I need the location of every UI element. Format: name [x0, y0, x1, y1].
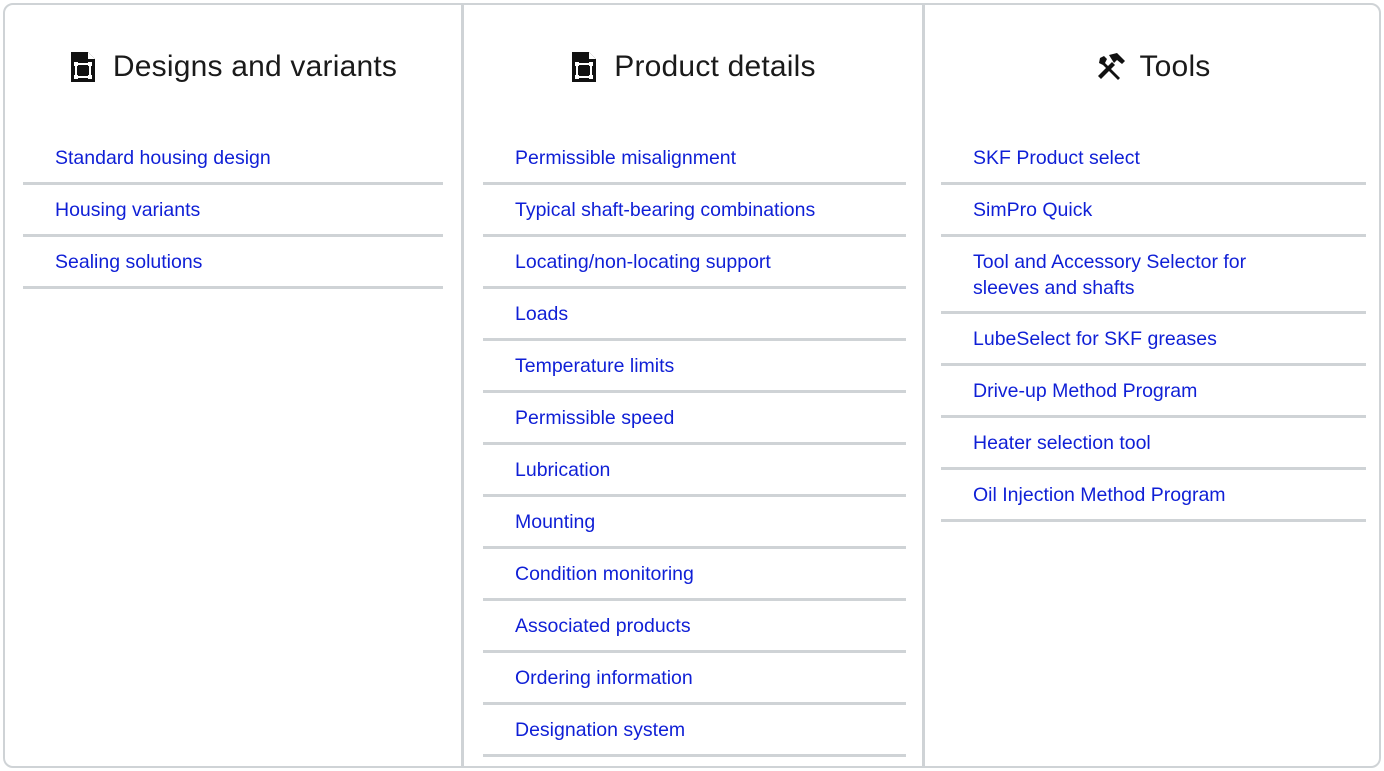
link-skf-product-select[interactable]: SKF Product select — [973, 145, 1366, 171]
list-item: Associated products — [483, 601, 906, 653]
link-housing-variants[interactable]: Housing variants — [55, 197, 443, 223]
list-item: Permissible misalignment — [483, 133, 906, 185]
link-sealing-solutions[interactable]: Sealing solutions — [55, 249, 443, 275]
list-item: Lubrication — [483, 445, 906, 497]
link-drive-up-method-program[interactable]: Drive-up Method Program — [973, 378, 1366, 404]
list-item: LubeSelect for SKF greases — [941, 314, 1366, 366]
document-icon — [69, 52, 97, 82]
list-item: Sealing solutions — [23, 237, 443, 289]
column-title: Tools — [1139, 50, 1211, 83]
list-item: Tool and Accessory Selector for sleeves … — [941, 237, 1366, 314]
column-tools: Tools SKF Product select SimPro Quick To… — [922, 5, 1379, 766]
link-loads[interactable]: Loads — [515, 301, 906, 327]
list-item: Oil Injection Method Program — [941, 470, 1366, 522]
link-permissible-speed[interactable]: Permissible speed — [515, 405, 906, 431]
column-header: Product details — [464, 45, 922, 89]
link-associated-products[interactable]: Associated products — [515, 613, 906, 639]
link-tool-and-accessory-selector[interactable]: Tool and Accessory Selector for sleeves … — [973, 249, 1293, 301]
list-item: Temperature limits — [483, 341, 906, 393]
link-designation-system[interactable]: Designation system — [515, 717, 906, 743]
link-heater-selection-tool[interactable]: Heater selection tool — [973, 430, 1366, 456]
link-lubrication[interactable]: Lubrication — [515, 457, 906, 483]
list-item: Drive-up Method Program — [941, 366, 1366, 418]
link-ordering-information[interactable]: Ordering information — [515, 665, 906, 691]
link-oil-injection-method-program[interactable]: Oil Injection Method Program — [973, 482, 1366, 508]
link-locating-non-locating-support[interactable]: Locating/non-locating support — [515, 249, 906, 275]
list-item: Housing variants — [23, 185, 443, 237]
link-list: SKF Product select SimPro Quick Tool and… — [941, 133, 1366, 522]
column-title: Product details — [614, 50, 816, 83]
link-list: Permissible misalignment Typical shaft-b… — [483, 133, 906, 757]
list-item: Standard housing design — [23, 133, 443, 185]
link-condition-monitoring[interactable]: Condition monitoring — [515, 561, 906, 587]
tools-icon — [1095, 52, 1126, 82]
column-title: Designs and variants — [112, 50, 398, 83]
column-header: Designs and variants — [5, 45, 461, 89]
list-item: Heater selection tool — [941, 418, 1366, 470]
column-designs-and-variants: Designs and variants Standard housing de… — [5, 5, 461, 766]
link-mounting[interactable]: Mounting — [515, 509, 906, 535]
list-item: SimPro Quick — [941, 185, 1366, 237]
list-item: Designation system — [483, 705, 906, 757]
list-item: Ordering information — [483, 653, 906, 705]
link-simpro-quick[interactable]: SimPro Quick — [973, 197, 1366, 223]
list-item: Mounting — [483, 497, 906, 549]
link-permissible-misalignment[interactable]: Permissible misalignment — [515, 145, 906, 171]
list-item: Loads — [483, 289, 906, 341]
list-item: Locating/non-locating support — [483, 237, 906, 289]
navigation-panel: Designs and variants Standard housing de… — [3, 3, 1381, 768]
link-list: Standard housing design Housing variants… — [23, 133, 443, 289]
column-header: Tools — [925, 45, 1379, 89]
document-icon — [570, 52, 598, 82]
list-item: Condition monitoring — [483, 549, 906, 601]
link-temperature-limits[interactable]: Temperature limits — [515, 353, 906, 379]
list-item: Typical shaft-bearing combinations — [483, 185, 906, 237]
link-typical-shaft-bearing-combinations[interactable]: Typical shaft-bearing combinations — [515, 197, 906, 223]
link-lubeselect-for-skf-greases[interactable]: LubeSelect for SKF greases — [973, 326, 1366, 352]
list-item: Permissible speed — [483, 393, 906, 445]
column-product-details: Product details Permissible misalignment… — [461, 5, 922, 766]
list-item: SKF Product select — [941, 133, 1366, 185]
link-standard-housing-design[interactable]: Standard housing design — [55, 145, 443, 171]
